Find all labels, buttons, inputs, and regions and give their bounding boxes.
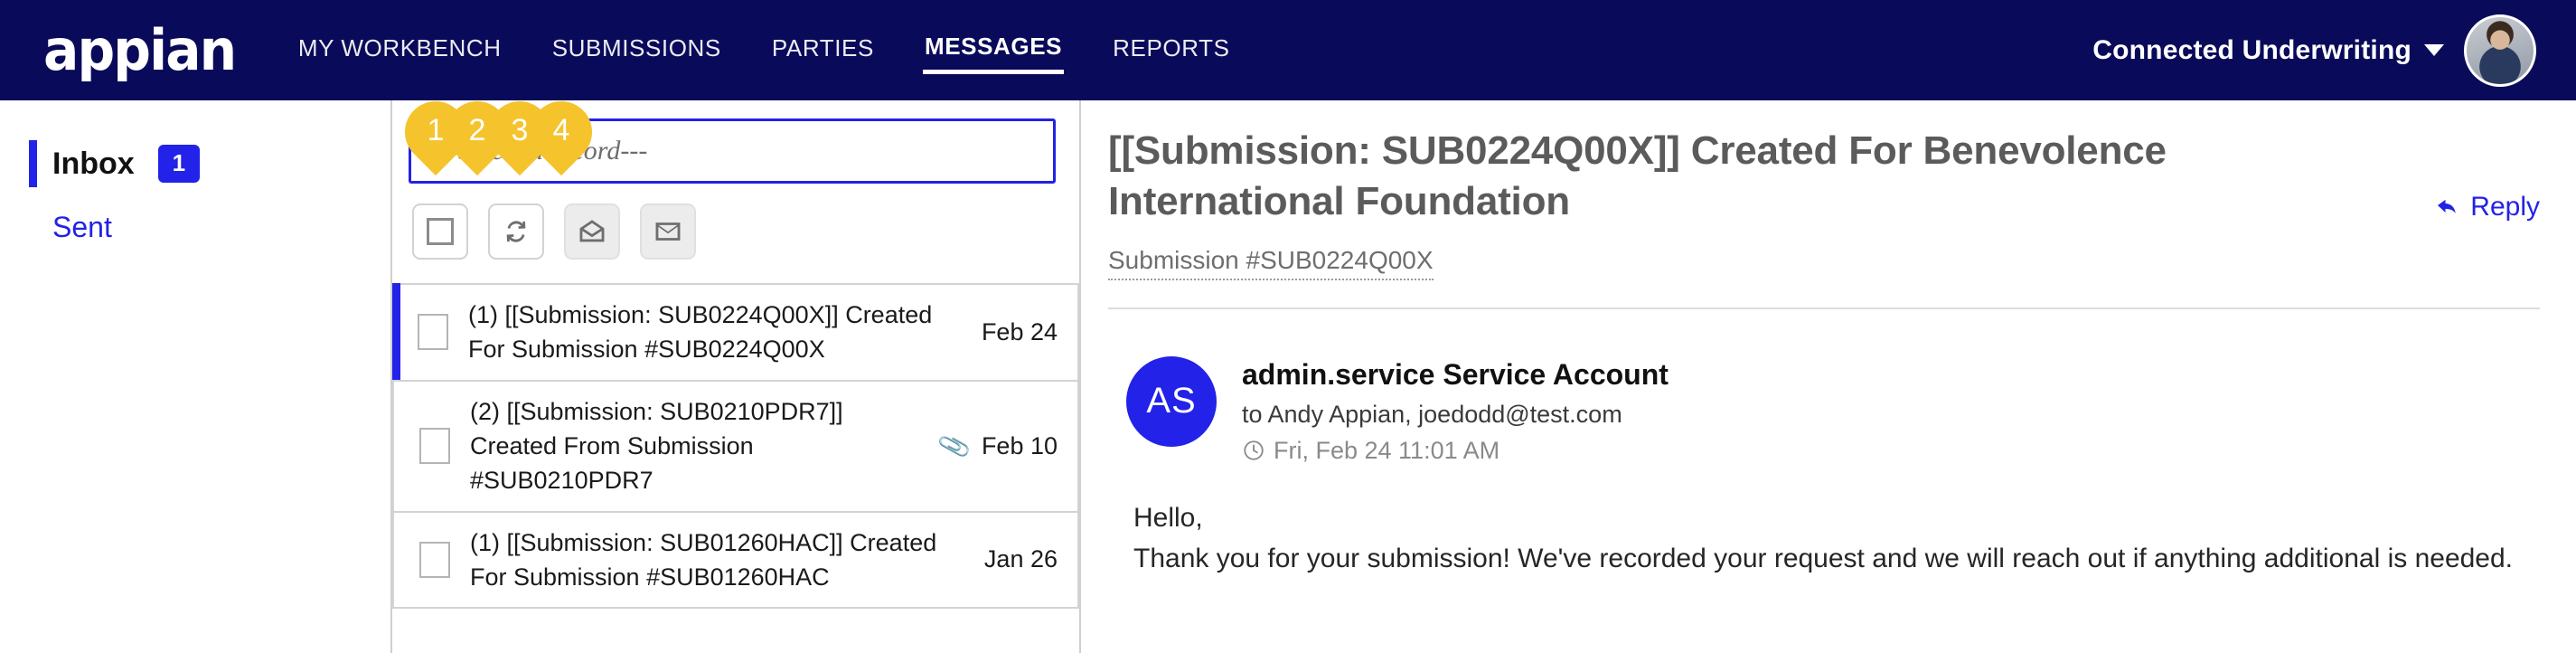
clock-icon (1244, 440, 1264, 460)
table-row[interactable]: (2) [[Submission: SUB0210PDR7]] Created … (392, 379, 1079, 511)
tenant-label: Connected Underwriting (2092, 34, 2411, 65)
message-sender-block: AS admin.service Service Account to Andy… (1108, 355, 2540, 465)
reply-label: Reply (2470, 191, 2540, 222)
header-divider (1108, 307, 2540, 309)
message-date: Feb 24 (981, 317, 1058, 345)
checkbox-icon (427, 218, 454, 245)
refresh-button[interactable] (488, 203, 544, 260)
page-title: [[Submission: SUB0224Q00X]] Created For … (1108, 128, 2167, 224)
mail-folders-sidebar: Inbox 1 Sent (0, 100, 390, 653)
envelope-open-icon (579, 220, 605, 242)
reply-button[interactable]: Reply (2434, 192, 2540, 222)
message-subject: (2) [[Submission: SUB0210PDR7]] Created … (470, 397, 843, 495)
message-list-panel: ---Select a record--- (1) [[Submission: … (390, 100, 1081, 653)
inbox-unread-badge: 1 (157, 145, 201, 183)
mark-as-unread-button[interactable] (640, 203, 696, 260)
nav-item-my-workbench[interactable]: MY WORKBENCH (296, 29, 503, 71)
message-date: Jan 26 (983, 545, 1058, 573)
message-body-line-2: Thank you for your submission! We've rec… (1133, 544, 2514, 574)
page-body: Inbox 1 Sent ---Select a record--- (1) [… (0, 100, 2576, 653)
nav-right-group: Connected Underwriting (2092, 14, 2536, 87)
tenant-selector[interactable]: Connected Underwriting (2092, 35, 2444, 66)
message-date: Feb 10 (981, 431, 1058, 459)
message-body: Hello, Thank you for your submission! We… (1108, 497, 2540, 580)
avatar: AS (1126, 355, 1217, 447)
top-navigation-bar: appian MY WORKBENCH SUBMISSIONS PARTIES … (0, 0, 2576, 100)
record-search-input[interactable]: ---Select a record--- (409, 118, 1056, 184)
message-detail-header: [[Submission: SUB0224Q00X]] Created For … (1108, 126, 2540, 228)
timestamp-text: Fri, Feb 24 11:01 AM (1274, 436, 1500, 464)
row-checkbox[interactable] (418, 314, 448, 351)
table-row[interactable]: (1) [[Submission: SUB0224Q00X]] Created … (392, 283, 1079, 382)
recipients: to Andy Appian, joedodd@test.com (1242, 400, 1622, 428)
message-meta: 📎 Feb 10 (935, 428, 1058, 463)
message-detail-panel: [[Submission: SUB0224Q00X]] Created For … (1081, 100, 2576, 653)
message-timestamp: Fri, Feb 24 11:01 AM (1242, 437, 1669, 465)
row-checkbox[interactable] (419, 541, 450, 578)
envelope-closed-icon (655, 222, 681, 241)
sidebar-item-inbox[interactable]: Inbox 1 (29, 138, 390, 189)
nav-item-messages[interactable]: MESSAGES (922, 27, 1065, 74)
mark-as-read-button[interactable] (564, 203, 620, 260)
message-subject: (1) [[Submission: SUB01260HAC]] Created … (470, 528, 937, 591)
main-nav-links: MY WORKBENCH SUBMISSIONS PARTIES MESSAGE… (296, 27, 1232, 74)
appian-logo[interactable]: appian (43, 22, 237, 79)
record-link[interactable]: Submission #SUB0224Q00X (1108, 246, 1434, 280)
message-meta: Jan 26 (984, 545, 1058, 573)
message-action-buttons (409, 203, 1056, 260)
sender-name: admin.service Service Account (1242, 357, 1669, 391)
reply-arrow-icon (2438, 199, 2457, 213)
sidebar-item-sent[interactable]: Sent (29, 211, 390, 244)
select-all-checkbox-button[interactable] (412, 203, 468, 260)
message-subject: (1) [[Submission: SUB0224Q00X]] Created … (468, 301, 933, 364)
nav-item-reports[interactable]: REPORTS (1111, 29, 1231, 71)
paperclip-icon: 📎 (935, 428, 973, 464)
row-checkbox[interactable] (419, 428, 450, 465)
nav-item-parties[interactable]: PARTIES (770, 29, 876, 71)
chevron-down-icon (2424, 44, 2444, 56)
sender-info: admin.service Service Account to Andy Ap… (1242, 356, 1669, 465)
message-meta: Feb 24 (982, 318, 1058, 346)
sidebar-item-inbox-label: Inbox (52, 146, 135, 181)
record-search-placeholder: ---Select a record--- (431, 136, 648, 166)
nav-item-submissions[interactable]: SUBMISSIONS (550, 29, 723, 71)
message-list-toolbar: ---Select a record--- (392, 100, 1079, 260)
refresh-icon (506, 221, 526, 242)
message-list: (1) [[Submission: SUB0224Q00X]] Created … (392, 283, 1079, 610)
table-row[interactable]: (1) [[Submission: SUB01260HAC]] Created … (392, 510, 1079, 610)
message-body-line-1: Hello, (1133, 502, 1203, 533)
user-avatar-photo[interactable] (2464, 14, 2536, 87)
